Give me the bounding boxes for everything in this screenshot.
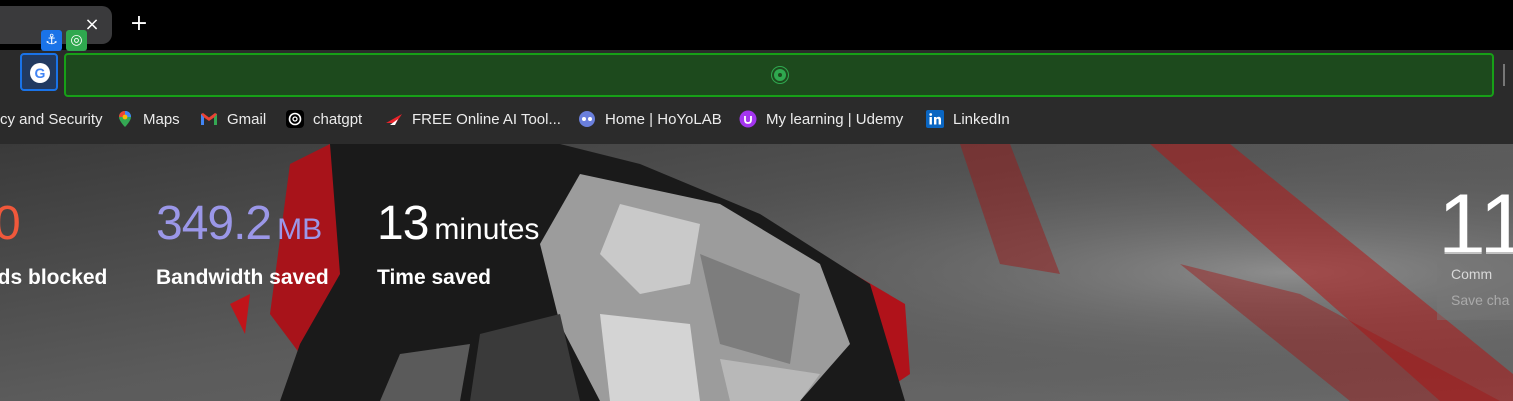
address-bar[interactable] [64, 53, 1494, 97]
bookmark-label: Home | HoYoLAB [605, 110, 722, 128]
google-icon: G [30, 63, 50, 83]
bandwidth-caption: Bandwidth saved [156, 266, 329, 289]
bookmarks-bar: cy and Security Maps Gmail chatgpt FREE … [0, 100, 1513, 144]
anchor-icon: ⚓ [41, 30, 62, 51]
maps-pin-icon [116, 110, 134, 128]
time-saved-stat: 13 minutes Time saved [377, 196, 540, 289]
bookmark-privacy-security[interactable]: cy and Security [0, 100, 103, 138]
udemy-icon [739, 110, 757, 128]
bandwidth-unit: MB [277, 213, 323, 246]
time-saved-unit: minutes [434, 213, 540, 246]
ads-blocked-stat: 0 ads blocked [0, 196, 107, 289]
bookmark-label: FREE Online AI Tool... [412, 110, 561, 128]
bookmark-gmail[interactable]: Gmail [200, 100, 266, 138]
bandwidth-saved-stat: 349.2 MB Bandwidth saved [156, 196, 329, 289]
bookmark-maps[interactable]: Maps [116, 100, 180, 138]
ads-blocked-value: 0 [0, 197, 21, 250]
gmail-icon [200, 110, 218, 128]
bookmark-label: Gmail [227, 110, 267, 128]
bookmark-chatgpt[interactable]: chatgpt [286, 100, 362, 138]
hoyolab-icon [578, 110, 596, 128]
tab-strip: × + ⚓ ◎ [0, 0, 1513, 51]
google-search-button[interactable]: G [20, 53, 58, 91]
chatgpt-icon [286, 110, 304, 128]
time-saved-value: 13 [377, 197, 429, 250]
customize-panel[interactable]: Comm Save cha [1437, 252, 1513, 320]
target-icon: ◎ [66, 30, 87, 51]
toolbar-divider [1503, 64, 1505, 86]
bookmark-label: My learning | Udemy [766, 110, 904, 128]
bookmark-hoyolab[interactable]: Home | HoYoLAB [578, 100, 722, 138]
bookmark-ai-tools[interactable]: FREE Online AI Tool... [385, 100, 561, 138]
bookmark-label: LinkedIn [953, 110, 1010, 128]
bookmark-label: chatgpt [313, 110, 363, 128]
ads-blocked-caption: ads blocked [0, 266, 108, 289]
bookmark-linkedin[interactable]: LinkedIn [926, 100, 1010, 138]
ai-tool-icon [385, 110, 403, 128]
linkedin-icon [926, 110, 944, 128]
new-tab-button[interactable]: + [126, 12, 152, 38]
toolbar: G [0, 50, 1513, 100]
time-saved-caption: Time saved [377, 266, 492, 289]
bookmark-udemy[interactable]: My learning | Udemy [739, 100, 903, 138]
bandwidth-value: 349.2 [156, 197, 272, 250]
focus-dot-icon [774, 69, 786, 81]
new-tab-background: 0 ads blocked 349.2MB Bandwidth saved 13… [0, 144, 1513, 401]
panel-line-1: Comm [1451, 266, 1493, 282]
bookmark-label: cy and Security [0, 110, 103, 128]
bookmark-label: Maps [143, 110, 180, 128]
panel-line-2: Save cha [1451, 292, 1510, 308]
